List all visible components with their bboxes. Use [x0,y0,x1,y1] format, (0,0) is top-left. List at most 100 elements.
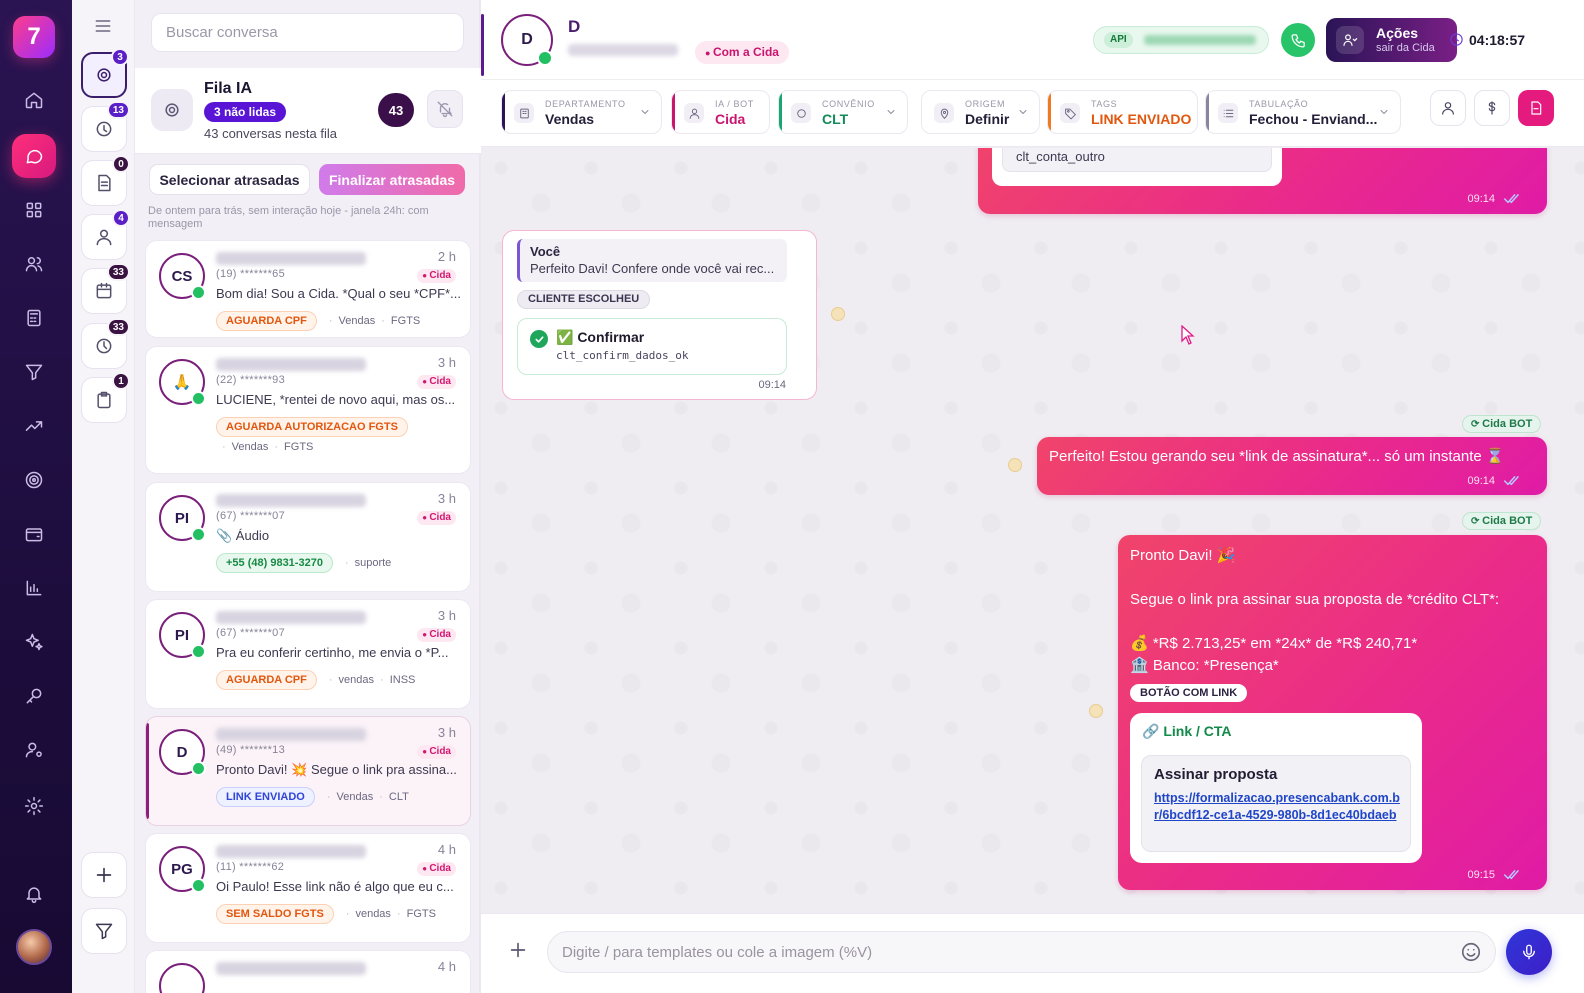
finance-button[interactable] [1474,90,1510,126]
conversation-meta: suporte [354,557,392,569]
conversation-time: 4 h [437,959,456,974]
conversation-time: 3 h [437,491,456,506]
search-input[interactable] [151,13,464,52]
chat-header: D D Com a Cida API Ações sair da Cida 04… [481,0,1584,80]
whatsapp-icon [191,761,206,776]
quick-reply-card: clt_conta_outro [992,148,1282,186]
field-ia-bot[interactable]: IA / BOT Cida [671,90,770,134]
message-input[interactable] [547,931,1496,973]
conversation-meta: CLT [388,791,409,803]
trend-up-icon[interactable] [16,408,52,444]
key-icon[interactable] [16,678,52,714]
sparkles-icon[interactable] [16,624,52,660]
field-convênio[interactable]: CONVÊNIO CLT [778,90,908,134]
assign-user-button[interactable] [1430,90,1466,126]
field-value: Vendas [545,111,595,127]
users-icon[interactable] [16,246,52,282]
actions-button[interactable]: Ações sair da Cida [1326,18,1457,62]
conversation-item[interactable]: 🙏3 h(22) *******93CidaLUCIENE, *rentei d… [145,346,471,474]
separator: · [380,674,384,686]
dollar-icon [1488,101,1496,115]
bot-tag: ⟳ Cida BOT [1462,415,1542,433]
conversation-item[interactable]: 4 h [145,950,471,993]
field-label: TABULAÇÃO [1249,99,1309,109]
calculator-icon[interactable] [16,300,52,336]
queue-ai-button[interactable]: 3 [81,48,129,98]
queue-person-button[interactable]: 4 [81,209,130,260]
grid-icon[interactable] [16,192,52,228]
whatsapp-icon [191,527,206,542]
client-choice-tag: CLIENTE ESCOLHEU [517,290,651,309]
bell-icon[interactable] [16,876,52,912]
message-text: Pronto Davi! 🎉 Segue o link pra assinar … [1130,547,1500,674]
react-emoji-icon[interactable] [831,307,845,321]
robot-queue-icon [97,68,111,82]
gear-icon[interactable] [16,788,52,824]
message-time: 09:14 [1467,193,1495,205]
conversation-time: 3 h [437,725,456,740]
conversation-tags: AGUARDA CPF · Vendas · FGTS [216,311,466,331]
message-text: Perfeito! Estou gerando seu *link de ass… [1049,448,1505,465]
message-thread[interactable]: clt_conta_outro 09:14 Você Perfeito Davi… [481,148,1584,913]
bar-chart-icon[interactable] [16,570,52,606]
field-origem[interactable]: ORIGEM Definir [921,90,1040,134]
conversation-tags: AGUARDA CPF · vendas · INSS [216,670,466,690]
bot-tag-label: Cida BOT [1482,515,1533,527]
conversation-tag: AGUARDA CPF [216,311,317,331]
queue-clipboard-button[interactable]: 1 [81,372,130,423]
react-emoji-icon[interactable] [1089,704,1103,718]
field-label: DEPARTAMENTO [545,99,626,109]
queue-badge: 1 [112,372,130,390]
field-tabulação[interactable]: TABULAÇÃO Fechou - Enviand... [1205,90,1401,134]
cta-link[interactable]: https://formalizacao.presencabank.com.br… [1154,790,1404,824]
api-number-pill[interactable]: API [1093,26,1269,54]
person-pink-icon [684,103,704,123]
conversation-item[interactable]: PI3 h(67) *******07CidaPra eu conferir c… [145,599,471,709]
conversation-item[interactable]: CS2 h(19) *******65CidaBom dia! Sou a Ci… [145,240,471,338]
call-button[interactable] [1281,23,1315,57]
attach-button[interactable] [507,939,529,961]
home-icon[interactable] [16,82,52,118]
choice-label: ✅ Confirmar [556,329,645,345]
funnel-icon[interactable] [16,354,52,390]
queue-clock-button[interactable]: 33 [81,318,130,369]
chevron-down-icon [639,106,651,118]
contact-name-redacted [216,962,366,975]
finalize-late-button[interactable]: Finalizar atrasadas [319,164,465,195]
emoji-button[interactable] [1460,941,1482,963]
field-value: Definir [965,111,1010,127]
conversation-item[interactable]: D3 h(49) *******13CidaPronto Davi! 💥 Seg… [145,716,471,826]
chat-icon[interactable] [12,134,56,178]
react-emoji-icon[interactable] [1008,458,1022,472]
target-icon[interactable] [16,462,52,498]
clock-down-icon [96,121,112,137]
queue-documents-button[interactable]: 0 [81,155,130,206]
quoted-message[interactable]: Você Perfeito Davi! Confere onde você va… [517,239,787,282]
microphone-button[interactable] [1506,929,1552,975]
menu-icon[interactable] [93,16,113,36]
app-logo[interactable]: 7 [13,16,55,58]
list-icon [1218,103,1238,123]
add-queue-button[interactable] [81,852,127,898]
conversation-tags: LINK ENVIADO · Vendas · CLT [216,787,466,807]
contact-phone: (49) *******13 [216,744,286,756]
field-tags[interactable]: TAGS LINK ENVIADO [1047,90,1198,134]
queue-waiting-button[interactable]: 13 [81,101,130,152]
document-export-button[interactable] [1518,90,1554,126]
message-time: 09:14 [1467,475,1495,487]
filter-queue-button[interactable] [81,908,127,954]
field-departamento[interactable]: DEPARTAMENTO Vendas [501,90,662,134]
agent-badge: Cida [417,628,456,642]
wallet-icon[interactable] [16,516,52,552]
queue-calendar-button[interactable]: 33 [81,263,130,314]
file-icon [1531,101,1542,115]
conversation-item[interactable]: PI3 h(67) *******07Cida📎 Áudio+55 (48) 9… [145,482,471,592]
bell-off-button[interactable] [427,90,463,128]
user-avatar[interactable] [16,929,52,965]
circle-icon [791,103,811,123]
select-late-button[interactable]: Selecionar atrasadas [149,164,310,195]
cta-button-box[interactable]: Assinar proposta https://formalizacao.pr… [1141,755,1411,852]
user-settings-icon[interactable] [16,732,52,768]
document-icon [98,174,111,192]
conversation-item[interactable]: PG4 h(11) *******62CidaOi Paulo! Esse li… [145,833,471,943]
